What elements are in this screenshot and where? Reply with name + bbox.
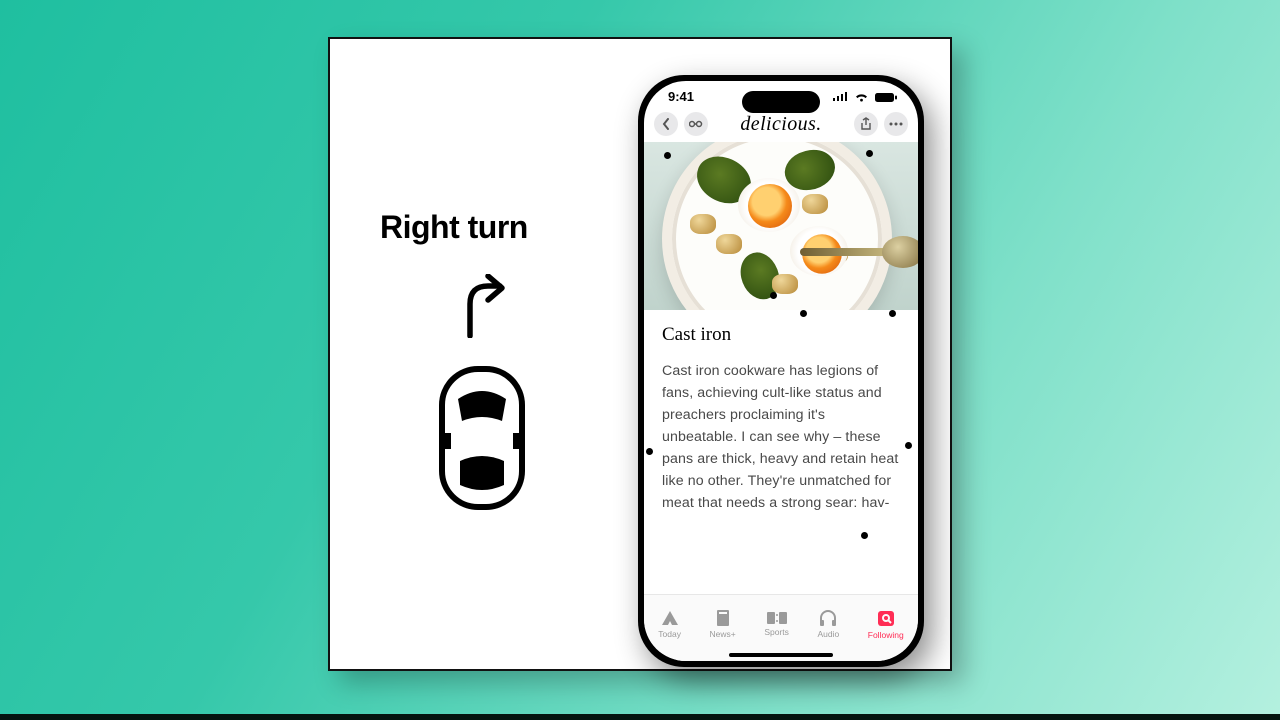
- more-button[interactable]: [884, 112, 908, 136]
- article-nav-bar: delicious.: [644, 108, 918, 142]
- tab-label: News+: [710, 629, 736, 639]
- status-time: 9:41: [668, 89, 694, 104]
- phone-frame: 9:41 d: [638, 75, 924, 667]
- status-indicators: [832, 89, 898, 104]
- headphones-icon: [818, 609, 838, 627]
- illustration-panel: Right turn: [380, 209, 640, 518]
- tab-audio[interactable]: Audio: [817, 609, 839, 639]
- phone-screen: 9:41 d: [644, 81, 918, 661]
- tab-label: Sports: [764, 627, 789, 637]
- reader-view-button[interactable]: [684, 112, 708, 136]
- dynamic-island: [742, 91, 820, 113]
- article-body: Cast iron cookware has legions of fans, …: [662, 360, 900, 514]
- car-top-view-icon: [432, 363, 640, 518]
- news-today-icon: [660, 609, 680, 627]
- gradient-background: Right turn: [0, 0, 1280, 720]
- article-content[interactable]: Cast iron Cast iron cookware has legions…: [644, 310, 918, 514]
- scoreboard-icon: [766, 611, 788, 625]
- right-turn-arrow-icon: [454, 274, 640, 343]
- battery-icon: [874, 92, 898, 103]
- tab-label: Today: [658, 629, 681, 639]
- illustration-caption: Right turn: [380, 209, 640, 246]
- back-button[interactable]: [654, 112, 678, 136]
- cell-signal-icon: [832, 92, 850, 103]
- tab-bar: Today News+ Sports Audio: [644, 594, 918, 661]
- tab-sports[interactable]: Sports: [764, 611, 789, 637]
- article-hero-image: [644, 142, 918, 310]
- tab-label: Following: [868, 630, 904, 640]
- spoon-prop: [804, 230, 918, 276]
- news-plus-icon: [714, 609, 732, 627]
- article-title: Cast iron: [662, 324, 900, 346]
- chevron-left-icon: [662, 118, 670, 130]
- share-button[interactable]: [854, 112, 878, 136]
- tab-today[interactable]: Today: [658, 609, 681, 639]
- share-icon: [860, 117, 872, 131]
- tab-label: Audio: [817, 629, 839, 639]
- home-indicator[interactable]: [729, 653, 833, 657]
- ellipsis-icon: [889, 122, 903, 126]
- wifi-icon: [853, 92, 870, 103]
- tab-following[interactable]: Following: [868, 608, 904, 640]
- tab-news-plus[interactable]: News+: [710, 609, 736, 639]
- publication-brand[interactable]: delicious.: [740, 113, 821, 136]
- search-badge-icon: [876, 608, 896, 628]
- presentation-card: Right turn: [328, 37, 952, 671]
- reader-view-icon: [689, 119, 703, 129]
